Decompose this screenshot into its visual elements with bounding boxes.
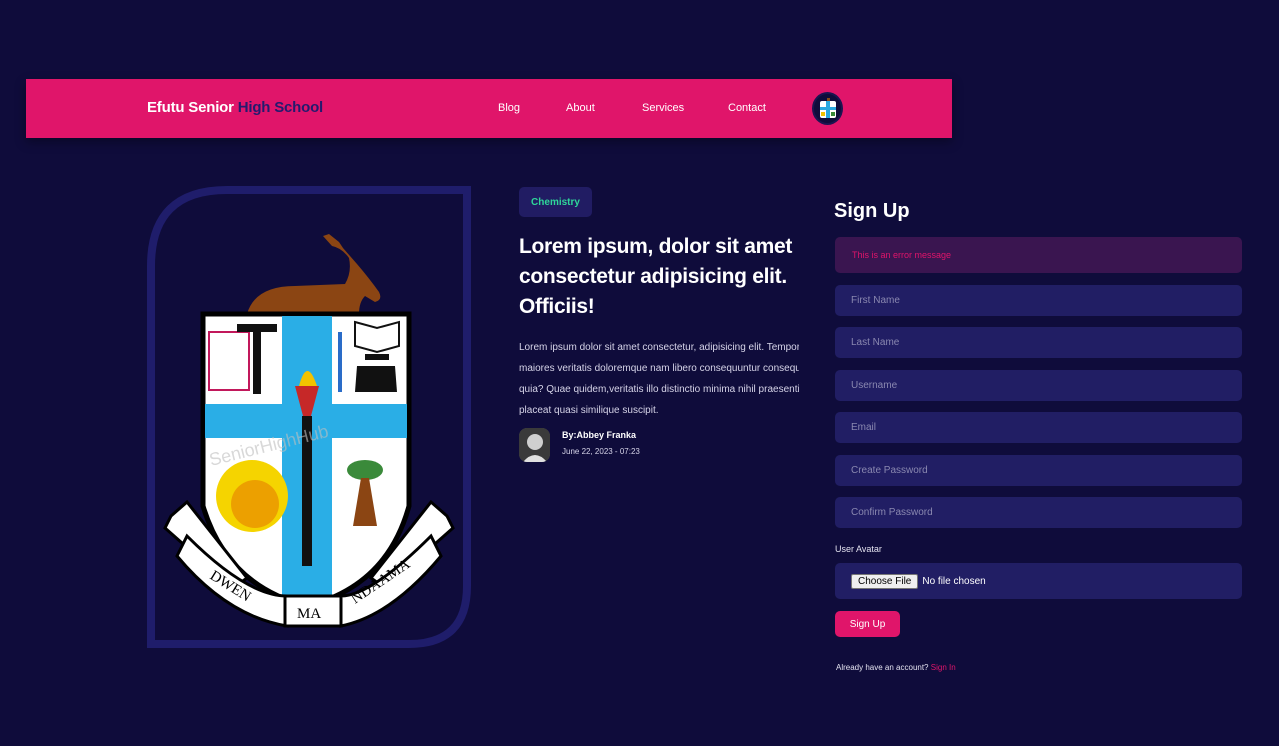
user-avatar-label: User Avatar bbox=[835, 544, 882, 554]
post-date: June 22, 2023 - 07:23 bbox=[562, 447, 640, 456]
choose-file-button[interactable]: Choose File bbox=[851, 573, 919, 589]
excerpt-line: quia? Quae quidem,veritatis illo distinc… bbox=[519, 384, 799, 395]
excerpt-line: placeat quasi similique suscipit. bbox=[519, 405, 659, 416]
create-password-input[interactable] bbox=[835, 455, 1242, 486]
brand-name-part2: High School bbox=[237, 99, 324, 116]
signup-title: Sign Up bbox=[834, 200, 910, 222]
school-crest-avatar-icon bbox=[819, 97, 836, 118]
nav-link-contact[interactable]: Contact bbox=[728, 102, 766, 114]
page: Efutu Senior High School Blog About Serv… bbox=[0, 0, 1279, 746]
author-name: By:Abbey Franka bbox=[562, 430, 637, 440]
nav-link-services[interactable]: Services bbox=[642, 102, 684, 114]
signup-submit-button[interactable]: Sign Up bbox=[835, 611, 900, 637]
author-avatar bbox=[519, 428, 550, 462]
nav-link-about[interactable]: About bbox=[566, 102, 595, 114]
article-title[interactable]: Lorem ipsum, dolor sit amet consectetur … bbox=[519, 232, 819, 322]
brand-name-part1: Efutu Senior bbox=[147, 99, 238, 116]
username-input[interactable] bbox=[835, 370, 1242, 401]
excerpt-line: Lorem ipsum dolor sit amet consectetur, … bbox=[519, 342, 799, 353]
motto-center: MA bbox=[297, 606, 321, 622]
file-status-text: No file chosen bbox=[922, 575, 986, 587]
first-name-input[interactable] bbox=[835, 285, 1242, 316]
nav-link-blog[interactable]: Blog bbox=[498, 102, 520, 114]
last-name-input[interactable] bbox=[835, 327, 1242, 358]
article-excerpt: Lorem ipsum dolor sit amet consectetur, … bbox=[519, 337, 799, 417]
confirm-password-input[interactable] bbox=[835, 497, 1242, 528]
excerpt-line: maiores veritatis doloremque nam libero … bbox=[519, 363, 799, 374]
signin-prompt: Already have an account? Sign In bbox=[836, 663, 956, 672]
navbar: Efutu Senior High School Blog About Serv… bbox=[26, 79, 952, 138]
error-message: This is an error message bbox=[835, 237, 1242, 273]
profile-avatar[interactable] bbox=[812, 92, 843, 125]
category-badge[interactable]: Chemistry bbox=[519, 187, 592, 217]
signin-prompt-text: Already have an account? bbox=[836, 663, 929, 672]
email-input[interactable] bbox=[835, 412, 1242, 443]
brand-logo[interactable]: Efutu Senior High School bbox=[147, 99, 323, 116]
avatar-file-input[interactable]: Choose File No file chosen bbox=[835, 563, 1242, 599]
school-crest-image: SeniorHighHub DWEN MA NDAAMA bbox=[147, 186, 471, 648]
signin-link[interactable]: Sign In bbox=[931, 663, 956, 672]
